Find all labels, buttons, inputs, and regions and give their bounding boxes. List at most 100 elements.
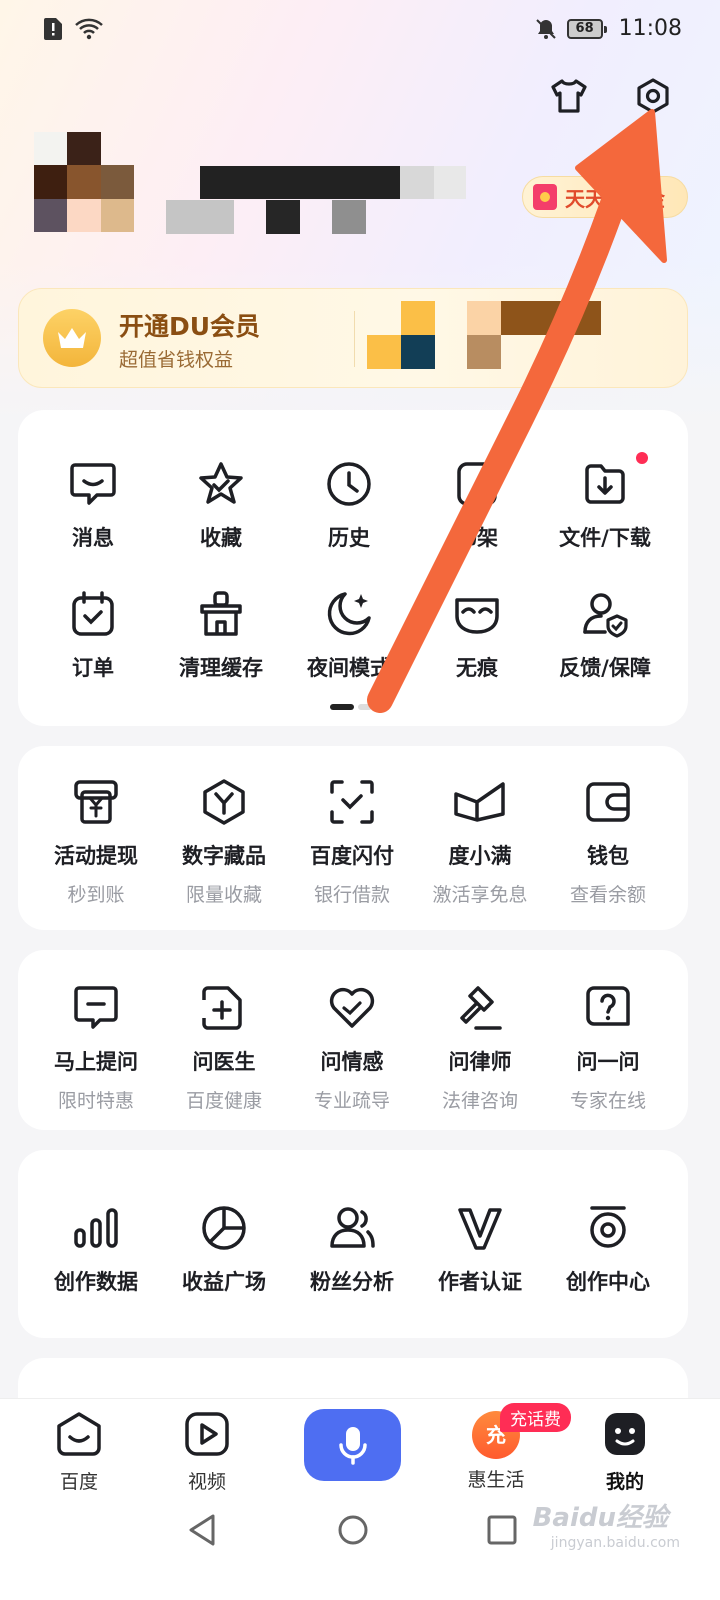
vip-title: 开通DU会员: [119, 312, 261, 341]
finance-wallet[interactable]: 钱包 查看余额: [544, 774, 672, 907]
tool-messages[interactable]: 消息: [29, 456, 157, 552]
tool-night-mode[interactable]: 夜间模式: [285, 586, 413, 682]
ask-label: 问一问: [576, 1050, 640, 1074]
creator-card: 创作数据 收益广场 粉丝分析 作者认证 创作中心: [18, 1150, 688, 1338]
finance-sub: 查看余额: [569, 884, 646, 906]
gavel-icon: [460, 986, 502, 1030]
bottom-navigation: 百度 视频 充 惠生活 充话费 我的 Baidu经验 jingyan.baidu…: [0, 1398, 720, 1600]
users-icon: [330, 1207, 375, 1248]
play-icon: [185, 1412, 229, 1456]
ask-lawyer[interactable]: 问律师 法律咨询: [416, 980, 544, 1113]
page-indicator: [330, 704, 372, 710]
ask-label: 马上提问: [54, 1050, 138, 1074]
question-bubble-icon: [586, 986, 630, 1026]
creator-label: 作者认证: [438, 1270, 522, 1294]
medical-plus-icon: [202, 986, 242, 1030]
ask-sub: 百度健康: [185, 1090, 262, 1112]
finance-card: 活动提现 秒到账 数字藏品 限量收藏 百度闪付 银行借款 度小满 激活享免息 钱…: [18, 746, 688, 930]
tool-bookshelf[interactable]: 书架: [413, 456, 541, 552]
ask-quick-question[interactable]: 马上提问 限时特惠: [32, 980, 160, 1113]
avatar[interactable]: [34, 132, 134, 232]
finance-quick-pay[interactable]: 百度闪付 银行借款: [288, 774, 416, 907]
creator-earnings[interactable]: 收益广场: [160, 1200, 288, 1296]
vip-subtitle: 超值省钱权益: [119, 349, 234, 371]
creator-label: 创作中心: [566, 1270, 650, 1294]
finance-label: 活动提现: [54, 844, 138, 868]
ask-expert[interactable]: 问一问 专家在线: [544, 980, 672, 1113]
ask-label: 问情感: [320, 1050, 384, 1074]
duxiaoman-icon: [454, 782, 505, 822]
tool-incognito[interactable]: 无痕: [413, 586, 541, 682]
tool-label: 清理缓存: [179, 656, 263, 680]
tool-clear-cache[interactable]: 清理缓存: [157, 586, 285, 682]
battery-indicator: 68: [566, 18, 607, 39]
ask-relationship[interactable]: 问情感 专业疏导: [288, 980, 416, 1113]
creator-verification[interactable]: 作者认证: [416, 1200, 544, 1296]
microphone-icon: [338, 1427, 367, 1465]
watermark-logo: Baidu经验: [532, 1503, 668, 1533]
vip-divider: [354, 311, 355, 367]
tool-label: 订单: [72, 656, 114, 680]
tool-feedback[interactable]: 反馈/保障: [541, 586, 669, 682]
username-blurred: [166, 166, 466, 234]
nav-video[interactable]: 视频: [152, 1411, 262, 1494]
voice-search-button[interactable]: [304, 1409, 401, 1481]
sim-alert-icon: [44, 18, 62, 40]
tool-downloads[interactable]: 文件/下载: [541, 452, 669, 552]
mask-icon: [455, 598, 499, 634]
status-time: 11:08: [618, 16, 682, 41]
home-smile-icon: [57, 1412, 101, 1456]
tool-label: 无痕: [456, 656, 498, 680]
tool-orders[interactable]: 订单: [29, 586, 157, 682]
nav-label: 惠生活: [467, 1469, 525, 1491]
finance-label: 度小满: [448, 844, 512, 868]
creator-center[interactable]: 创作中心: [544, 1200, 672, 1296]
recharge-promo-badge: 充话费: [500, 1403, 571, 1432]
creator-fans[interactable]: 粉丝分析: [288, 1200, 416, 1296]
finance-digital-collectibles[interactable]: 数字藏品 限量收藏: [160, 774, 288, 907]
clock-icon: [327, 462, 371, 506]
message-icon: [70, 463, 116, 505]
nav-mine[interactable]: 我的: [570, 1411, 680, 1494]
tools-card: 消息 收藏 历史 书架 文件/下载 订单 清理缓存 夜间模式 无痕 反馈/保障: [18, 410, 688, 726]
nav-label: 百度: [59, 1471, 98, 1493]
daily-cash-button[interactable]: 天天领现金: [522, 176, 688, 218]
creator-label: 创作数据: [54, 1270, 138, 1294]
crown-icon: [43, 309, 101, 367]
creator-data[interactable]: 创作数据: [32, 1200, 160, 1296]
ask-label: 问医生: [192, 1050, 256, 1074]
finance-sub: 银行借款: [313, 884, 390, 906]
finance-label: 数字藏品: [182, 844, 266, 868]
notification-dot: [636, 452, 648, 464]
tool-favorites[interactable]: 收藏: [157, 456, 285, 552]
chat-minus-icon: [74, 986, 118, 1029]
heart-check-icon: [329, 987, 375, 1028]
nav-label: 视频: [187, 1471, 226, 1493]
ask-doctor[interactable]: 问医生 百度健康: [160, 980, 288, 1113]
finance-sub: 秒到账: [67, 884, 125, 906]
home-circle-icon[interactable]: [337, 1513, 369, 1547]
tool-history[interactable]: 历史: [285, 456, 413, 552]
back-icon[interactable]: [186, 1513, 218, 1547]
wardrobe-button[interactable]: [545, 72, 593, 120]
creator-label: 收益广场: [182, 1270, 266, 1294]
download-icon: [585, 464, 625, 504]
finance-duxiaoman[interactable]: 度小满 激活享免息: [416, 774, 544, 907]
finance-label: 百度闪付: [310, 844, 394, 868]
finance-sub: 激活享免息: [432, 884, 528, 906]
finance-cash-withdraw[interactable]: 活动提现 秒到账: [32, 774, 160, 907]
yuan-card-icon: [74, 780, 118, 824]
tool-label: 夜间模式: [307, 656, 391, 680]
tshirt-icon: [551, 79, 587, 113]
recents-square-icon[interactable]: [486, 1513, 518, 1547]
profile-face-icon: [605, 1413, 645, 1455]
creator-label: 粉丝分析: [310, 1270, 394, 1294]
ask-sub: 限时特惠: [57, 1090, 134, 1112]
vip-banner[interactable]: 开通DU会员 超值省钱权益: [18, 288, 688, 388]
clean-icon: [200, 591, 242, 636]
status-bar: 68 11:08: [0, 0, 720, 60]
red-envelope-icon: [533, 184, 557, 210]
settings-button[interactable]: [629, 72, 677, 120]
nav-baidu[interactable]: 百度: [24, 1411, 134, 1494]
tool-label: 历史: [328, 526, 370, 550]
